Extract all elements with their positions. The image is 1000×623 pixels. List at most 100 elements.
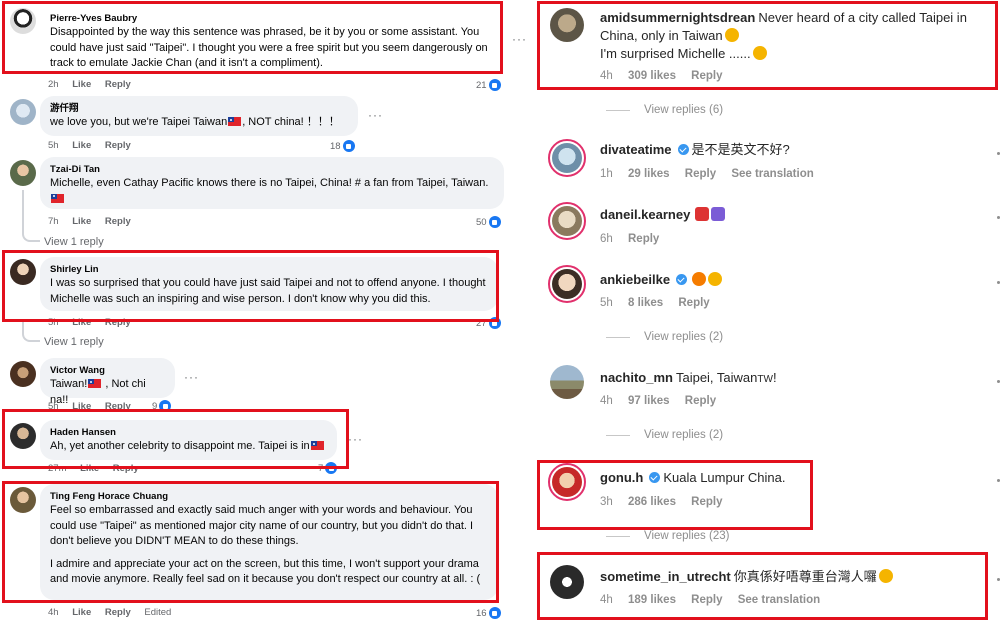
see-translation-link[interactable]: See translation	[731, 168, 813, 180]
avatar[interactable]	[548, 202, 586, 240]
reaction-count[interactable]: 9	[152, 400, 172, 412]
comment-time[interactable]: 4h	[48, 607, 59, 618]
comment-time[interactable]: 4h	[600, 70, 613, 82]
comment-time[interactable]: 5h	[48, 317, 59, 328]
comment-meta: 1h 29 likes Reply See translation	[600, 168, 826, 180]
more-options-icon[interactable]: ···	[184, 370, 199, 384]
reply-button[interactable]: Reply	[113, 463, 139, 474]
like-button[interactable]: Like	[72, 317, 91, 328]
reaction-count[interactable]: 7	[318, 462, 338, 474]
comment-time[interactable]: 27m	[48, 463, 66, 474]
comment-text: I was so surprised that you could have j…	[50, 277, 486, 305]
avatar[interactable]	[10, 423, 36, 449]
like-button[interactable]: Like	[72, 79, 91, 90]
reaction-count[interactable]: 50	[476, 216, 501, 228]
likes-count[interactable]: 189 likes	[628, 594, 676, 606]
view-replies-link[interactable]: View replies (23)	[606, 530, 729, 542]
reply-button[interactable]: Reply	[685, 395, 716, 407]
comment-time[interactable]: 6h	[600, 233, 613, 245]
see-translation-link[interactable]: See translation	[738, 594, 820, 606]
view-replies-link[interactable]: View replies (2)	[606, 429, 723, 441]
commenter-name[interactable]: Tzai-Di Tan	[50, 163, 494, 176]
commenter-name[interactable]: Ting Feng Horace Chuang	[50, 490, 488, 503]
more-options-icon[interactable]: ···	[512, 32, 527, 46]
reaction-count[interactable]: 18	[330, 140, 355, 152]
commenter-username[interactable]: ankiebeilke	[600, 272, 670, 287]
comment-text: sometime_in_utrecht 你真係好唔尊重台灣人囉	[600, 568, 985, 586]
like-button[interactable]: Like	[72, 140, 91, 151]
comment-meta: 5h Like Reply	[48, 401, 142, 412]
reply-button[interactable]: Reply	[691, 496, 722, 508]
likes-count[interactable]: 29 likes	[628, 168, 670, 180]
comment-bubble: Tzai-Di Tan Michelle, even Cathay Pacifi…	[40, 157, 504, 209]
commenter-name[interactable]: Pierre-Yves Baubry	[50, 12, 488, 25]
avatar[interactable]	[550, 8, 584, 42]
comment-time[interactable]: 5h	[48, 401, 59, 412]
avatar[interactable]	[550, 365, 584, 399]
more-options-icon[interactable]: ···	[348, 432, 363, 446]
reply-button[interactable]: Reply	[105, 79, 131, 90]
reply-button[interactable]: Reply	[105, 140, 131, 151]
commenter-name[interactable]: Victor Wang	[50, 364, 165, 377]
reply-button[interactable]: Reply	[105, 317, 131, 328]
comment-time[interactable]: 1h	[600, 168, 613, 180]
commenter-username[interactable]: daneil.kearney	[600, 207, 690, 222]
emoji-icon	[878, 569, 893, 583]
comment-time[interactable]: 4h	[600, 395, 613, 407]
commenter-name[interactable]: Haden Hansen	[50, 426, 327, 439]
likes-count[interactable]: 8 likes	[628, 297, 663, 309]
view-replies-link[interactable]: View replies (2)	[606, 331, 723, 343]
taiwan-flag-icon	[310, 441, 324, 450]
like-button[interactable]: Like	[80, 463, 99, 474]
comment-time[interactable]: 5h	[48, 140, 59, 151]
avatar[interactable]	[548, 265, 586, 303]
commenter-username[interactable]: divateatime	[600, 142, 672, 157]
reaction-count[interactable]: 27	[476, 317, 501, 329]
commenter-username[interactable]: amidsummernightsdrean	[600, 10, 755, 25]
reply-button[interactable]: Reply	[105, 607, 131, 618]
comment-time[interactable]: 2h	[48, 79, 59, 90]
avatar[interactable]	[10, 99, 36, 125]
comment-time[interactable]: 4h	[600, 594, 613, 606]
reply-button[interactable]: Reply	[678, 297, 709, 309]
avatar[interactable]	[10, 160, 36, 186]
avatar[interactable]	[550, 565, 584, 599]
commenter-username[interactable]: nachito_mn	[600, 370, 673, 385]
comment-time[interactable]: 5h	[600, 297, 613, 309]
reaction-count[interactable]: 21	[476, 79, 501, 91]
reaction-count[interactable]: 16	[476, 607, 501, 619]
avatar[interactable]	[10, 259, 36, 285]
commenter-name[interactable]: Shirley Lin	[50, 263, 488, 276]
avatar[interactable]	[10, 8, 36, 34]
avatar[interactable]	[548, 139, 586, 177]
reply-button[interactable]: Reply	[105, 401, 131, 412]
more-options-icon[interactable]: ···	[368, 108, 383, 122]
avatar[interactable]	[548, 463, 586, 501]
like-button[interactable]: Like	[72, 401, 91, 412]
like-button[interactable]: Like	[72, 216, 91, 227]
like-button[interactable]: Like	[72, 607, 91, 618]
emoji-icon	[708, 272, 723, 286]
view-replies-link[interactable]: View 1 reply	[44, 236, 104, 248]
view-replies-link[interactable]: View 1 reply	[44, 336, 104, 348]
commenter-username[interactable]: gonu.h	[600, 470, 643, 485]
likes-count[interactable]: 97 likes	[628, 395, 670, 407]
reply-button[interactable]: Reply	[691, 70, 722, 82]
reply-button[interactable]: Reply	[628, 233, 659, 245]
likes-count[interactable]: 286 likes	[628, 496, 676, 508]
view-replies-link[interactable]: View replies (6)	[606, 104, 723, 116]
commenter-name[interactable]: 游仟翔	[50, 102, 348, 115]
comment-time[interactable]: 7h	[48, 216, 59, 227]
reply-button[interactable]: Reply	[105, 216, 131, 227]
avatar[interactable]	[10, 361, 36, 387]
reply-button[interactable]: Reply	[685, 168, 716, 180]
commenter-username[interactable]: sometime_in_utrecht	[600, 569, 731, 584]
verified-badge-icon	[677, 144, 689, 155]
reply-button[interactable]: Reply	[691, 594, 722, 606]
comment-text: Disappointed by the way this sentence wa…	[50, 26, 488, 69]
comment-time[interactable]: 3h	[600, 496, 613, 508]
likes-count[interactable]: 309 likes	[628, 70, 676, 82]
comment-meta: 6h Reply	[600, 233, 671, 245]
taiwan-flag-icon: TW	[757, 374, 773, 385]
avatar[interactable]	[10, 487, 36, 513]
